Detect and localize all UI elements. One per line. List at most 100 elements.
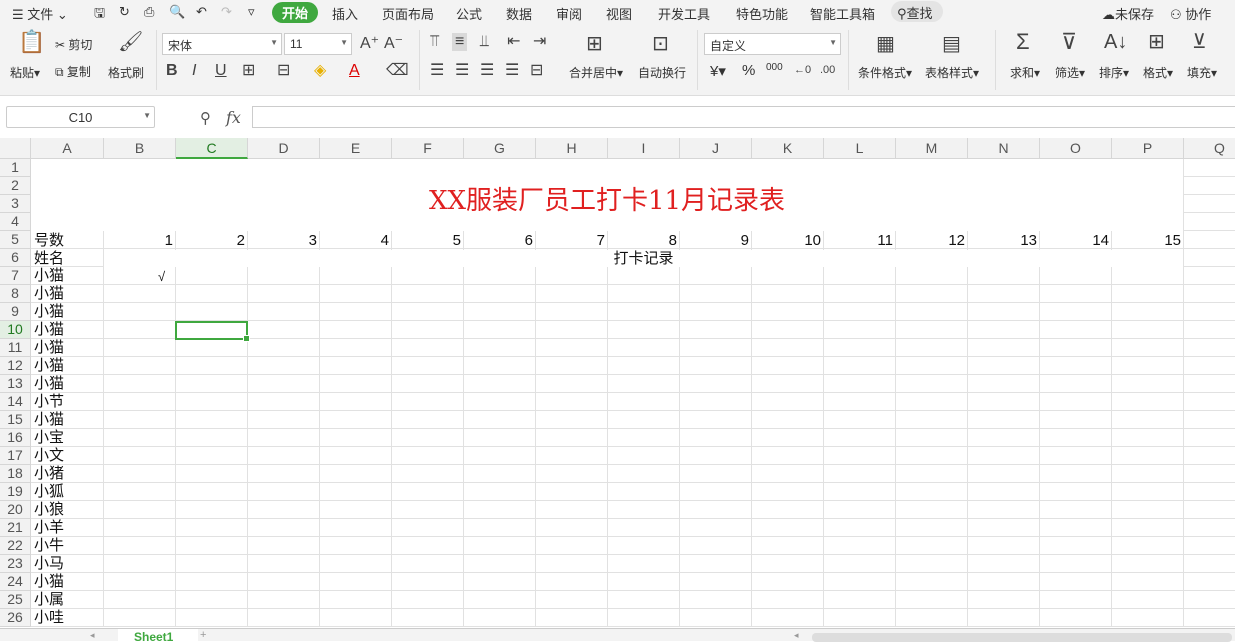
print-icon[interactable]: ⎙ <box>144 4 154 20</box>
align-top-icon[interactable]: ⫪ <box>430 34 439 50</box>
day-number-cell[interactable]: 5 <box>392 232 461 250</box>
align-center-icon[interactable]: ☰ <box>455 63 469 79</box>
row-header-11[interactable]: 11 <box>0 339 31 357</box>
wrap-text-button[interactable]: 自动换行 <box>638 64 686 81</box>
justify-icon[interactable]: ☰ <box>505 63 519 79</box>
day-number-cell[interactable]: 3 <box>248 232 317 250</box>
row-header-23[interactable]: 23 <box>0 555 31 573</box>
unsaved-status[interactable]: ☁未保存 <box>1102 4 1154 23</box>
paste-button[interactable]: 粘贴▾ <box>10 64 40 81</box>
decimal-decrease-icon[interactable]: .00 <box>820 62 835 78</box>
row-header-3[interactable]: 3 <box>0 195 31 213</box>
clear-icon[interactable]: ⌫ <box>386 63 409 79</box>
column-header-f[interactable]: F <box>392 138 464 159</box>
font-size-select[interactable]: 11 ▼ <box>284 33 352 55</box>
row-header-17[interactable]: 17 <box>0 447 31 465</box>
print-preview-icon[interactable]: 🔍 <box>169 4 185 20</box>
tab-insert[interactable]: 插入 <box>332 4 358 23</box>
employee-name-cell[interactable]: 小猪 <box>34 465 64 483</box>
employee-name-cell[interactable]: 小猫 <box>34 375 64 393</box>
day-number-cell[interactable]: 11 <box>824 232 893 250</box>
save-icon[interactable]: 🖫 <box>94 4 105 26</box>
employee-name-cell[interactable]: 小猫 <box>34 339 64 357</box>
filter-icon[interactable]: ⊽ <box>1061 31 1077 53</box>
employee-name-cell[interactable]: 小猫 <box>34 285 64 303</box>
column-header-b[interactable]: B <box>104 138 176 159</box>
column-header-g[interactable]: G <box>464 138 536 159</box>
employee-name-cell[interactable]: 小猫 <box>34 303 64 321</box>
day-number-cell[interactable]: 13 <box>968 232 1037 250</box>
tab-review[interactable]: 审阅 <box>556 4 582 23</box>
fill-icon[interactable]: ⊻ <box>1192 32 1207 52</box>
border-icon[interactable]: ⊞ <box>242 63 255 79</box>
copy-button[interactable]: ⧉ 复制 <box>55 63 91 80</box>
format-painter-icon[interactable]: 🖌 <box>118 32 143 52</box>
collab-button[interactable]: ⚇ 协作 <box>1170 4 1211 23</box>
employee-name-cell[interactable]: 小节 <box>34 393 64 411</box>
column-header-d[interactable]: D <box>248 138 320 159</box>
row-header-5[interactable]: 5 <box>0 231 31 249</box>
conditional-format-icon[interactable]: ▦ <box>876 34 895 54</box>
select-all-corner[interactable] <box>0 138 31 159</box>
align-bottom-icon[interactable]: ⫫ <box>480 34 489 50</box>
row-header-26[interactable]: 26 <box>0 609 31 627</box>
paste-icon[interactable]: 📋 <box>18 31 45 53</box>
day-number-cell[interactable]: 10 <box>752 232 821 250</box>
employee-name-cell[interactable]: 小猫 <box>34 357 64 375</box>
row-header-12[interactable]: 12 <box>0 357 31 375</box>
column-header-n[interactable]: N <box>968 138 1040 159</box>
number-format-select[interactable]: 自定义 ▼ <box>704 33 841 55</box>
format-icon[interactable]: ⊞ <box>1148 32 1165 52</box>
redo-brush-icon[interactable]: ↻ <box>119 4 130 20</box>
sum-icon[interactable]: Σ <box>1016 31 1030 53</box>
employee-name-cell[interactable]: 小狼 <box>34 501 64 519</box>
employee-name-cell[interactable]: 小猫 <box>34 573 64 591</box>
indent-decrease-icon[interactable]: ⇤ <box>507 34 520 50</box>
add-sheet-icon[interactable]: + <box>200 629 206 641</box>
day-number-cell[interactable]: 2 <box>176 232 245 250</box>
table-style-icon[interactable]: ▤ <box>942 34 961 54</box>
column-header-c[interactable]: C <box>176 138 248 159</box>
employee-name-cell[interactable]: 小羊 <box>34 519 64 537</box>
sheet-nav-icon[interactable]: ◂ <box>90 630 95 641</box>
row-header-21[interactable]: 21 <box>0 519 31 537</box>
underline-icon[interactable]: U <box>215 63 227 79</box>
employee-name-cell[interactable]: 小哇 <box>34 609 64 627</box>
file-menu[interactable]: ☰ 文件 ⌄ <box>12 4 68 23</box>
cut-button[interactable]: ✂ 剪切 <box>55 36 92 53</box>
tab-smart-toolbox[interactable]: 智能工具箱 <box>810 4 875 23</box>
row-header-10[interactable]: 10 <box>0 321 31 339</box>
align-left-icon[interactable]: ☰ <box>430 63 444 79</box>
fill-color-icon[interactable]: ◈ <box>314 63 326 79</box>
name-box[interactable]: C10 ▼ <box>6 106 155 128</box>
merge-center-button[interactable]: 合并居中▾ <box>569 64 623 81</box>
tab-page-layout[interactable]: 页面布局 <box>382 4 434 23</box>
label-number-cell[interactable]: 号数 <box>34 232 64 250</box>
column-header-i[interactable]: I <box>608 138 680 159</box>
currency-button[interactable]: ¥▾ <box>710 62 726 80</box>
row-header-1[interactable]: 1 <box>0 159 31 177</box>
row-header-9[interactable]: 9 <box>0 303 31 321</box>
row-header-13[interactable]: 13 <box>0 375 31 393</box>
quick-access-dropdown-icon[interactable]: ▿ <box>248 4 255 20</box>
punch-record-header-cell[interactable]: 打卡记录 <box>104 250 1183 267</box>
italic-icon[interactable]: I <box>192 63 196 79</box>
day-number-cell[interactable]: 12 <box>896 232 965 250</box>
tab-features[interactable]: 特色功能 <box>736 4 788 23</box>
row-header-22[interactable]: 22 <box>0 537 31 555</box>
sort-button[interactable]: 排序▾ <box>1099 64 1129 81</box>
format-painter-button[interactable]: 格式刷 <box>108 64 144 81</box>
check-mark-cell[interactable]: √ <box>158 268 165 286</box>
function-icon[interactable]: fx <box>226 108 241 127</box>
cell-style-icon[interactable]: ⊟ <box>277 63 290 79</box>
wrap-text-icon[interactable]: ⊡ <box>652 34 669 54</box>
formula-input[interactable] <box>252 106 1235 128</box>
row-header-14[interactable]: 14 <box>0 393 31 411</box>
tab-formulas[interactable]: 公式 <box>456 4 482 23</box>
tab-data[interactable]: 数据 <box>506 4 532 23</box>
bold-icon[interactable]: B <box>166 63 178 79</box>
row-header-6[interactable]: 6 <box>0 249 31 267</box>
day-number-cell[interactable]: 7 <box>536 232 605 250</box>
sheet-title-cell[interactable]: XX服装厂员工打卡11月记录表 <box>31 159 1183 231</box>
redo-icon[interactable]: ↷ <box>221 4 232 20</box>
